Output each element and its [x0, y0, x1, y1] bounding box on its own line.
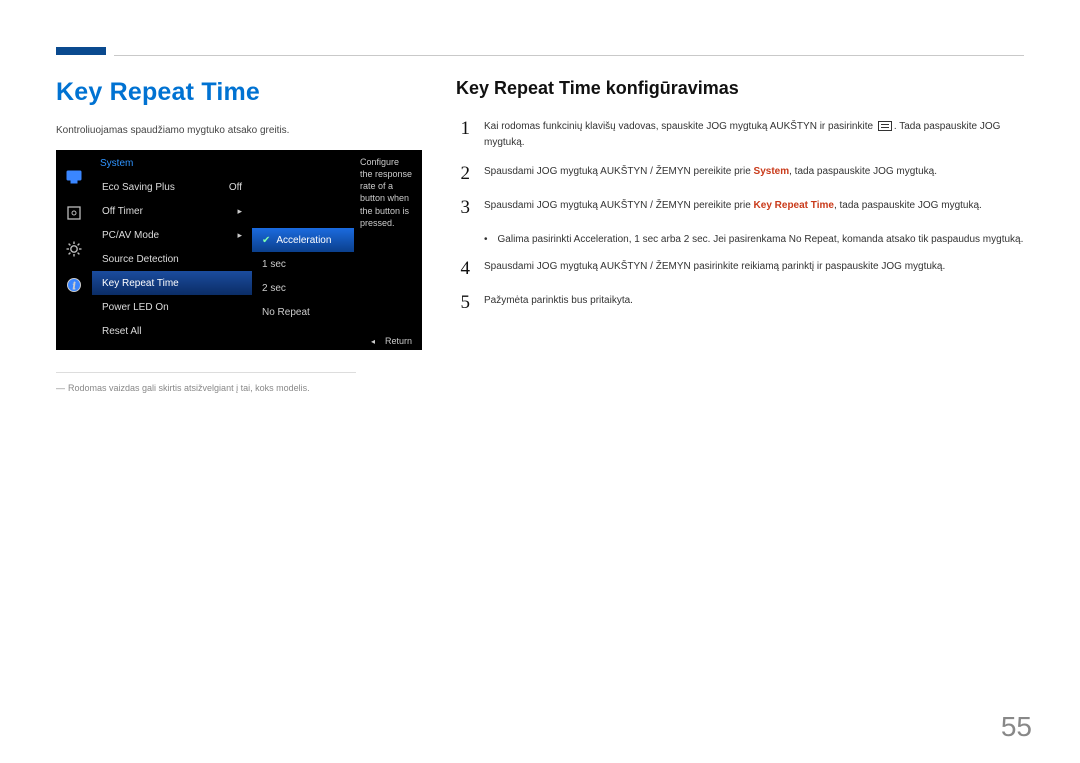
step-number: 1 — [456, 119, 470, 139]
footnote-text: Rodomas vaizdas gali skirtis atsižvelgia… — [56, 383, 422, 393]
step-1: 1 Kai rodomas funkcinių klavišų vadovas,… — [456, 119, 1024, 150]
menu-item-pcav: PC/AV Mode▸ — [92, 223, 252, 247]
step-5: 5 Pažymėta parinktis bus pritaikyta. — [456, 293, 1024, 313]
header-accent — [56, 47, 106, 55]
picture-icon — [65, 204, 83, 222]
step-number: 5 — [456, 293, 470, 313]
step-number: 4 — [456, 259, 470, 279]
step-text: Spausdami JOG mygtuką AUKŠTYN / ŽEMYN pe… — [484, 164, 1024, 180]
procedure-heading: Key Repeat Time konfigūravimas — [456, 78, 1024, 99]
chevron-right-icon: ▸ — [237, 230, 242, 241]
chevron-right-icon: ▸ — [237, 206, 242, 217]
step-text: Pažymėta parinktis bus pritaikyta. — [484, 293, 1024, 309]
triangle-left-icon: ◂ — [371, 337, 375, 346]
monitor-icon — [65, 168, 83, 186]
header-rule — [114, 55, 1024, 56]
osd-return-label: Return — [385, 336, 412, 346]
menu-item-power-led: Power LED On — [92, 295, 252, 319]
menu-item-source: Source Detection — [92, 247, 252, 271]
option-acceleration: ✔Acceleration — [252, 228, 354, 252]
osd-submenu: ✔Acceleration 1 sec 2 sec No Repeat — [252, 150, 354, 350]
option-2sec: 2 sec — [252, 276, 354, 300]
menu-item-eco: Eco Saving PlusOff — [92, 175, 252, 199]
step-text: Spausdami JOG mygtuką AUKŠTYN / ŽEMYN pa… — [484, 259, 1024, 275]
step-2: 2 Spausdami JOG mygtuką AUKŠTYN / ŽEMYN … — [456, 164, 1024, 184]
bullet-icon: • — [484, 232, 488, 247]
info-icon: i — [65, 276, 83, 294]
menu-item-key-repeat: Key Repeat Time — [92, 271, 252, 295]
bullet-text: Galima pasirinkti Acceleration, 1 sec ar… — [498, 232, 1024, 248]
page-number: 55 — [1001, 711, 1032, 743]
menu-item-offtimer: Off Timer▸ — [92, 199, 252, 223]
osd-footer: ◂ Return — [371, 336, 412, 346]
check-icon: ✔ — [262, 235, 270, 246]
option-norepeat: No Repeat — [252, 300, 354, 324]
svg-text:i: i — [73, 281, 76, 292]
step-4: 4 Spausdami JOG mygtuką AUKŠTYN / ŽEMYN … — [456, 259, 1024, 279]
menu-icon — [878, 121, 892, 131]
gear-icon — [65, 240, 83, 258]
osd-menu-title: System — [92, 156, 252, 175]
osd-main-menu: System Eco Saving PlusOff Off Timer▸ PC/… — [92, 150, 252, 350]
step-number: 2 — [456, 164, 470, 184]
osd-hint: Configure the response rate of a button … — [354, 150, 422, 350]
step-number: 3 — [456, 198, 470, 218]
step-3: 3 Spausdami JOG mygtuką AUKŠTYN / ŽEMYN … — [456, 198, 1024, 218]
menu-item-reset: Reset All — [92, 319, 252, 343]
section-description: Kontroliuojamas spaudžiamo mygtuko atsak… — [56, 125, 422, 136]
step-text: Kai rodomas funkcinių klavišų vadovas, s… — [484, 119, 1024, 150]
step-text: Spausdami JOG mygtuką AUKŠTYN / ŽEMYN pe… — [484, 198, 1024, 214]
footnote-rule — [56, 372, 356, 373]
step-3-bullet: • Galima pasirinkti Acceleration, 1 sec … — [484, 232, 1024, 248]
osd-screenshot: i System Eco Saving PlusOff Off Timer▸ P… — [56, 150, 422, 350]
option-1sec: 1 sec — [252, 252, 354, 276]
osd-icon-column: i — [56, 150, 92, 350]
section-heading: Key Repeat Time — [56, 78, 422, 107]
